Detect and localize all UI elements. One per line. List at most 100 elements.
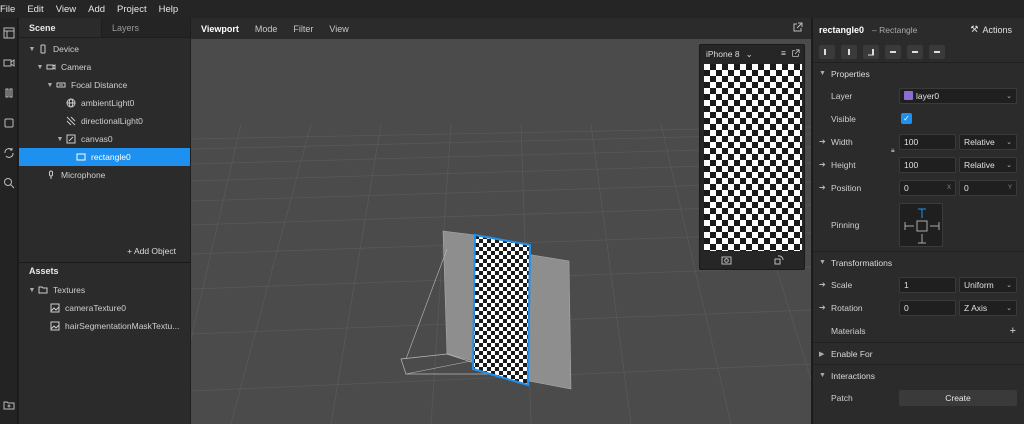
chevron-down-icon[interactable]: ⌄ <box>746 49 753 60</box>
simulator-footer <box>700 251 804 269</box>
keyframe-arrow-icon[interactable]: ➔ <box>819 280 826 289</box>
tab-scene[interactable]: Scene <box>19 18 101 37</box>
menu-filter[interactable]: Filter <box>285 24 321 34</box>
alignment-toolbar <box>813 42 1024 62</box>
pinning-label: Pinning <box>831 220 860 230</box>
layer-row: Layer layer0 ⌄ <box>813 84 1024 107</box>
tree-item-microphone[interactable]: Microphone <box>19 166 190 184</box>
actions-button[interactable]: ⚒ Actions <box>970 24 1012 35</box>
section-interactions[interactable]: ▼ Interactions <box>813 364 1024 386</box>
microphone-icon <box>45 169 57 181</box>
asset-item-camera-texture[interactable]: cameraTexture0 <box>19 299 190 317</box>
expand-caret-icon[interactable]: ▼ <box>35 64 45 71</box>
lock-ratio-icon[interactable]: 🔒︎ <box>891 147 895 155</box>
screenshot-icon[interactable] <box>721 255 732 266</box>
position-y-input[interactable]: 0Y <box>959 179 1017 196</box>
align-right-icon[interactable] <box>863 45 879 59</box>
layer-label: Layer <box>831 90 853 101</box>
height-row: ➔ Height 🔒︎ 100 Relative ⌄ <box>813 147 1024 176</box>
menu-add[interactable]: Add <box>82 4 111 15</box>
rotation-input[interactable]: 0 <box>899 299 956 316</box>
pinning-widget[interactable] <box>899 203 943 247</box>
stop-icon[interactable] <box>0 108 18 138</box>
align-center-h-icon[interactable] <box>841 45 857 59</box>
x-axis-marker: X <box>946 184 951 191</box>
image-icon <box>49 302 61 314</box>
pause-icon[interactable] <box>0 78 18 108</box>
menu-project[interactable]: Project <box>111 4 153 15</box>
tree-item-focal-distance[interactable]: ▼ Focal Distance <box>19 76 190 94</box>
rotate-icon[interactable] <box>773 254 784 266</box>
menu-edit[interactable]: Edit <box>21 4 49 15</box>
new-folder-icon[interactable] <box>0 390 18 420</box>
section-properties[interactable]: ▼ Properties <box>813 62 1024 84</box>
add-object-button[interactable]: + Add Object <box>127 246 176 256</box>
expand-caret-icon[interactable]: ▼ <box>27 287 37 294</box>
patch-label: Patch <box>831 392 853 403</box>
rectangle-icon <box>75 151 87 163</box>
asset-item-hair-segmentation[interactable]: hairSegmentationMaskTextu... <box>19 317 190 335</box>
menu-help[interactable]: Help <box>153 4 185 15</box>
height-value: 100 <box>904 159 919 170</box>
align-middle-icon[interactable] <box>907 45 923 59</box>
align-top-icon[interactable] <box>885 45 901 59</box>
tree-item-device[interactable]: ▼ Device <box>19 40 190 58</box>
assets-panel: Assets ▼ Textures cameraTexture0 hairSeg… <box>19 262 190 424</box>
viewport[interactable]: Viewport Mode Filter View iPhone 8 ⌄ ≡ <box>191 18 811 424</box>
tree-item-camera[interactable]: ▼ Camera <box>19 58 190 76</box>
device-select[interactable]: iPhone 8 <box>706 49 740 59</box>
search-icon[interactable] <box>0 168 18 198</box>
keyframe-arrow-icon[interactable]: ➔ <box>819 160 826 169</box>
scene-tree: ▼ Device ▼ Camera ▼ Focal Distance ambie… <box>19 38 190 184</box>
layout-icon[interactable] <box>0 18 18 48</box>
tree-item-canvas[interactable]: ▼ canvas0 <box>19 130 190 148</box>
align-bottom-icon[interactable] <box>929 45 945 59</box>
keyframe-arrow-icon[interactable]: ➔ <box>819 137 826 146</box>
video-icon[interactable] <box>0 48 18 78</box>
align-left-icon[interactable] <box>819 45 835 59</box>
external-link-icon[interactable] <box>791 49 800 58</box>
layer-select[interactable]: layer0 ⌄ <box>899 87 1017 104</box>
keyframe-arrow-icon[interactable]: ➔ <box>819 303 826 312</box>
tree-item-rectangle[interactable]: rectangle0 <box>19 148 190 166</box>
chevron-down-icon: ⌄ <box>1006 304 1012 312</box>
menu-view-options[interactable]: View <box>321 24 356 34</box>
left-toolbar <box>0 18 18 424</box>
position-x-input[interactable]: 0X <box>899 179 956 196</box>
height-mode-select[interactable]: Relative ⌄ <box>959 156 1017 173</box>
tab-viewport[interactable]: Viewport <box>191 24 247 34</box>
add-material-icon[interactable]: + <box>1010 325 1016 337</box>
properties-panel: rectangle0 – Rectangle ⚒ Actions ▼ Prope… <box>812 18 1024 424</box>
rotation-axis-select[interactable]: Z Axis ⌄ <box>959 299 1017 316</box>
menu-icon[interactable]: ≡ <box>781 48 786 58</box>
tab-layers[interactable]: Layers <box>101 18 190 37</box>
external-link-icon[interactable] <box>792 22 803 33</box>
menu-file[interactable]: File <box>0 4 21 15</box>
keyframe-arrow-icon[interactable]: ➔ <box>819 183 826 192</box>
expand-caret-icon[interactable]: ▼ <box>27 46 37 53</box>
expand-caret-icon[interactable]: ▼ <box>45 82 55 89</box>
create-patch-button[interactable]: Create <box>899 389 1017 406</box>
actions-label: Actions <box>982 24 1012 35</box>
simulator-panel: iPhone 8 ⌄ ≡ <box>699 44 805 270</box>
asset-item-textures[interactable]: ▼ Textures <box>19 281 190 299</box>
selected-rectangle[interactable] <box>471 233 532 387</box>
scale-mode-select[interactable]: Uniform ⌄ <box>959 276 1017 293</box>
tree-item-directional-light[interactable]: directionalLight0 <box>19 112 190 130</box>
tree-item-ambient-light[interactable]: ambientLight0 <box>19 94 190 112</box>
scale-label: Scale <box>831 279 853 290</box>
height-input[interactable]: 100 <box>899 156 956 173</box>
width-label: Width <box>831 136 853 147</box>
focal-icon <box>55 79 67 91</box>
visible-checkbox[interactable]: ✓ <box>901 113 912 124</box>
width-input[interactable]: 100 <box>899 133 956 150</box>
refresh-icon[interactable] <box>0 138 18 168</box>
tree-label: canvas0 <box>81 134 113 144</box>
menu-view[interactable]: View <box>50 4 82 15</box>
scale-input[interactable]: 1 <box>899 276 956 293</box>
menu-mode[interactable]: Mode <box>247 24 286 34</box>
expand-caret-icon[interactable]: ▼ <box>55 136 65 143</box>
section-enable-for[interactable]: ▶ Enable For <box>813 342 1024 364</box>
width-mode-select[interactable]: Relative ⌄ <box>959 133 1017 150</box>
section-transformations[interactable]: ▼ Transformations <box>813 251 1024 273</box>
